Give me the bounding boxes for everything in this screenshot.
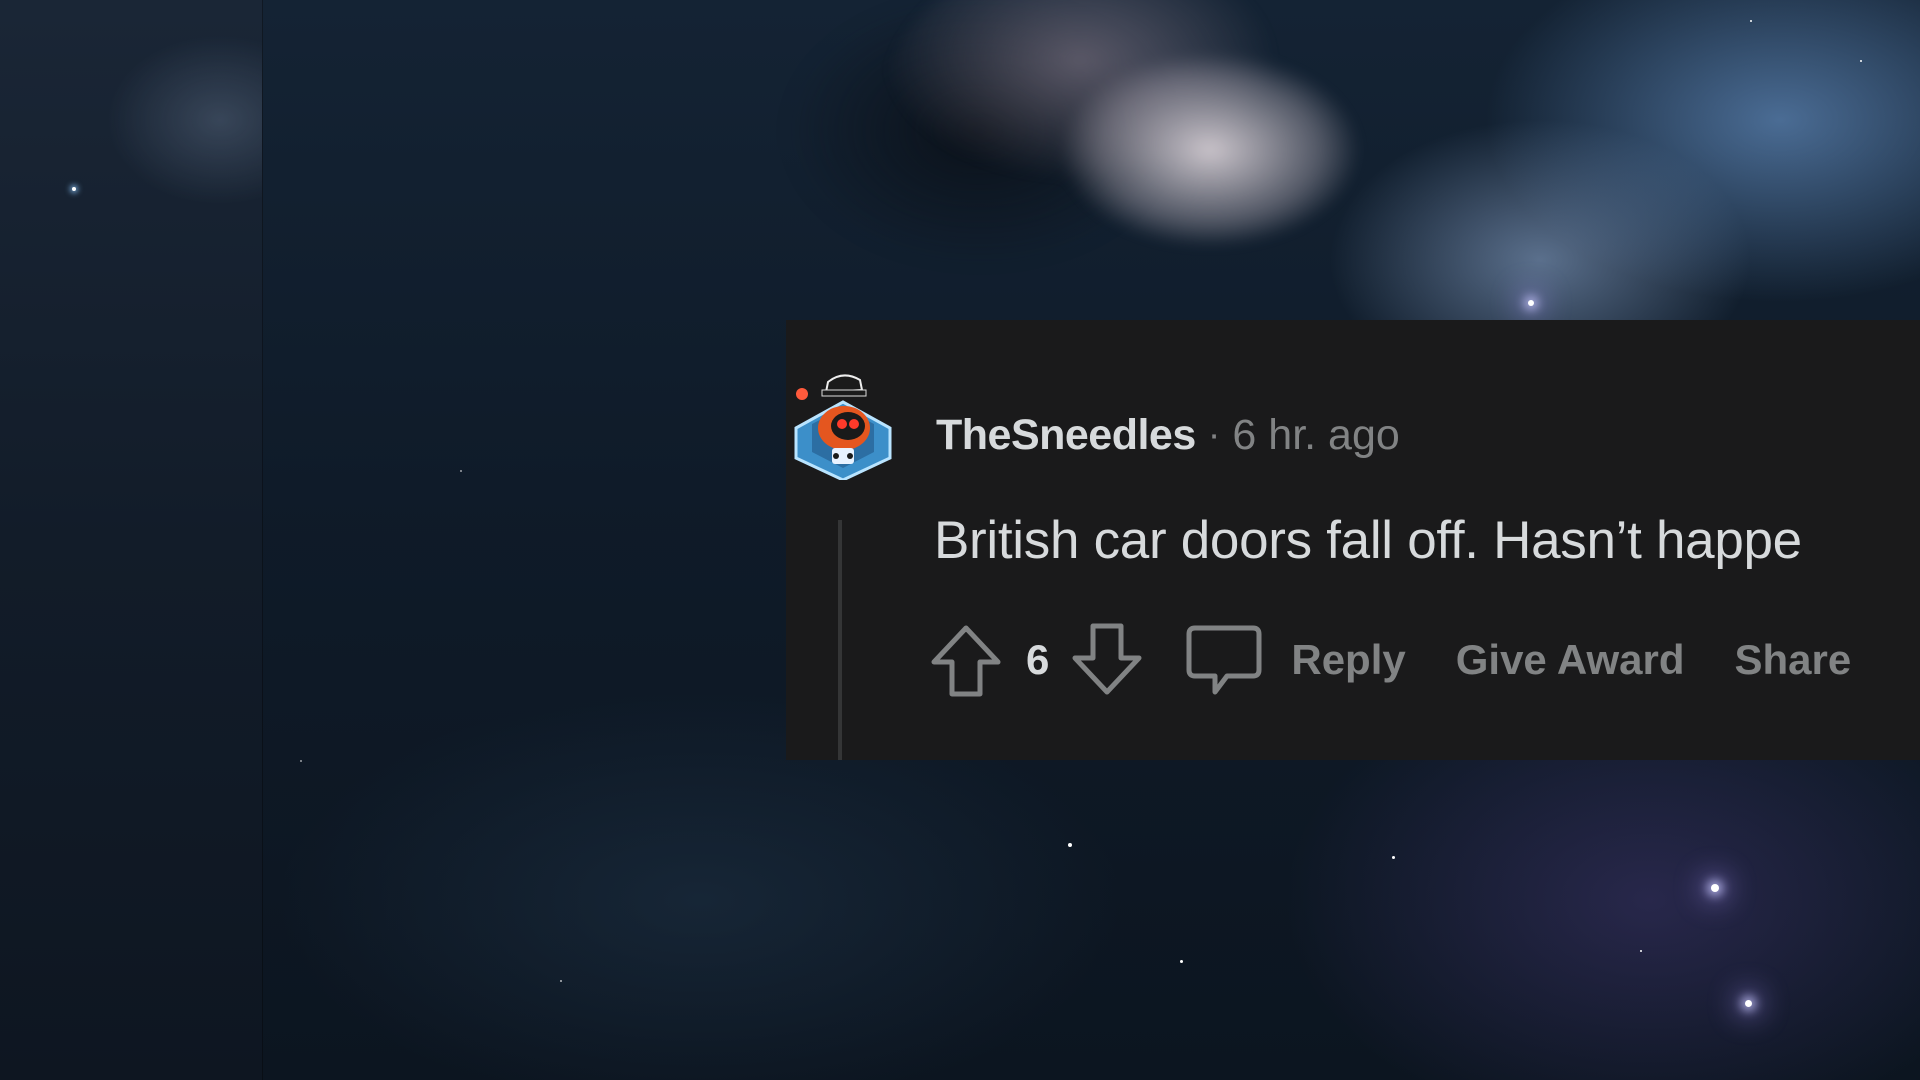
- star: [1745, 1000, 1752, 1007]
- user-avatar[interactable]: [788, 350, 898, 482]
- star: [1068, 843, 1072, 847]
- share-button[interactable]: Share: [1735, 636, 1852, 684]
- give-award-button[interactable]: Give Award: [1456, 636, 1685, 684]
- star: [72, 187, 76, 191]
- reply-label: Reply: [1291, 636, 1406, 683]
- comment-body: British car doors fall off. Hasn’t happe: [934, 511, 1802, 570]
- snoo-robot-avatar-icon: [794, 374, 892, 482]
- star: [1860, 60, 1862, 62]
- star: [300, 760, 302, 762]
- thread-collapse-line[interactable]: [838, 520, 842, 760]
- star: [1750, 20, 1752, 22]
- author-name-link[interactable]: TheSneedles: [936, 411, 1196, 460]
- star: [1711, 884, 1719, 892]
- vote-score: 6: [1026, 636, 1050, 683]
- star: [1392, 856, 1395, 859]
- reply-button[interactable]: Reply: [1185, 622, 1406, 698]
- comment-card: TheSneedles · 6 hr. ago British car door…: [786, 320, 1920, 760]
- star: [1528, 300, 1534, 306]
- upvote-button[interactable]: [926, 620, 1006, 700]
- comment-timestamp-link[interactable]: 6 hr. ago: [1232, 411, 1399, 460]
- star: [460, 470, 462, 472]
- star: [1180, 960, 1183, 963]
- comment-action-bar: 6 Reply Give Award Share: [926, 620, 1851, 700]
- meta-separator: ·: [1207, 413, 1221, 456]
- star: [1640, 950, 1642, 952]
- downvote-button[interactable]: [1067, 620, 1147, 700]
- arrow-up-outline-icon: [931, 625, 1001, 697]
- speech-bubble-icon: [1186, 625, 1262, 695]
- left-side-panel: [0, 0, 263, 1080]
- comment-meta: TheSneedles · 6 hr. ago: [936, 410, 1400, 460]
- star: [560, 980, 562, 982]
- arrow-down-outline-icon: [1072, 623, 1142, 695]
